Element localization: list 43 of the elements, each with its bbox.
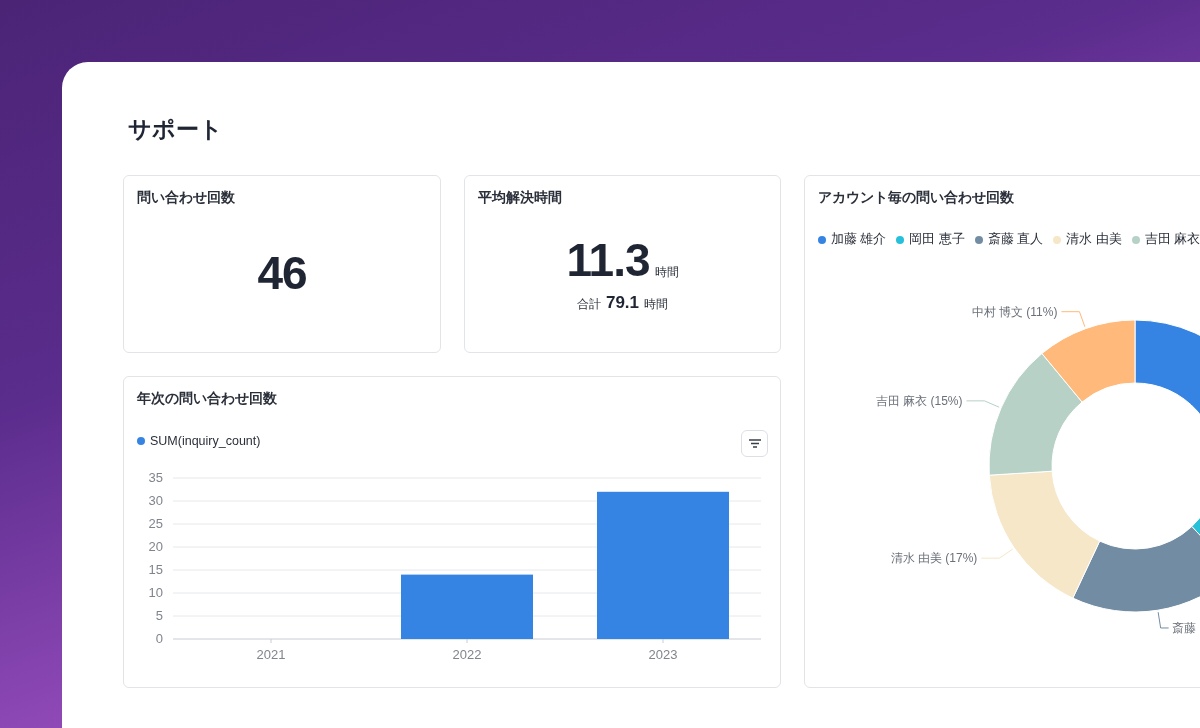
y-tick-label: 5 — [155, 608, 163, 623]
filter-button[interactable] — [741, 430, 768, 457]
y-tick-label: 15 — [148, 562, 163, 577]
stat-unit: 時間 — [654, 263, 679, 281]
total-value: 79.1 — [605, 292, 640, 313]
total-label: 合計 — [576, 295, 601, 313]
y-tick-label: 25 — [148, 516, 163, 531]
legend-label: 斎藤 直人 — [987, 231, 1044, 248]
card-title: 年次の問い合わせ回数 — [137, 390, 278, 408]
slice-label: 斎藤 — [1171, 621, 1196, 635]
leader-line — [1060, 311, 1086, 328]
legend-label: SUM(inquiry_count) — [150, 434, 261, 448]
leader-line — [1157, 611, 1170, 629]
x-tick-label: 2023 — [648, 647, 678, 662]
filter-icon — [748, 439, 761, 448]
legend-label: 加藤 雄介 — [831, 231, 887, 248]
legend-label: 岡田 恵子 — [909, 231, 965, 248]
legend-dot — [896, 235, 905, 244]
page-title: サポート — [128, 115, 224, 144]
slice-label: 清水 由美 (17%) — [890, 551, 978, 566]
legend-dot — [818, 235, 826, 244]
y-tick-label: 20 — [148, 539, 163, 554]
card-title: アカウント毎の問い合わせ回数 — [818, 189, 1015, 207]
card-title: 問い合わせ回数 — [137, 189, 236, 207]
stat-value: 46 — [257, 245, 307, 300]
legend-label: 清水 由美 — [1066, 231, 1122, 248]
y-tick-label: 10 — [148, 585, 163, 600]
x-tick-label: 2022 — [452, 647, 482, 662]
y-tick-label: 0 — [155, 631, 163, 646]
legend-dot — [974, 235, 983, 244]
total-unit: 時間 — [644, 295, 669, 313]
legend-dot — [1053, 235, 1062, 244]
x-tick-label: 2021 — [256, 647, 286, 662]
y-tick-label: 35 — [148, 470, 163, 485]
legend-label: 吉田 麻衣 — [1144, 231, 1200, 248]
leader-line — [966, 400, 1000, 408]
card-title: 平均解決時間 — [478, 189, 563, 207]
stat-value: 11.3 — [566, 232, 650, 287]
slice-label: 吉田 麻衣 (15%) — [875, 393, 963, 408]
leader-line — [980, 548, 1014, 559]
legend-dot — [1131, 235, 1140, 244]
slice-label: 中村 博文 (11%) — [971, 304, 1058, 319]
y-tick-label: 30 — [148, 493, 163, 508]
